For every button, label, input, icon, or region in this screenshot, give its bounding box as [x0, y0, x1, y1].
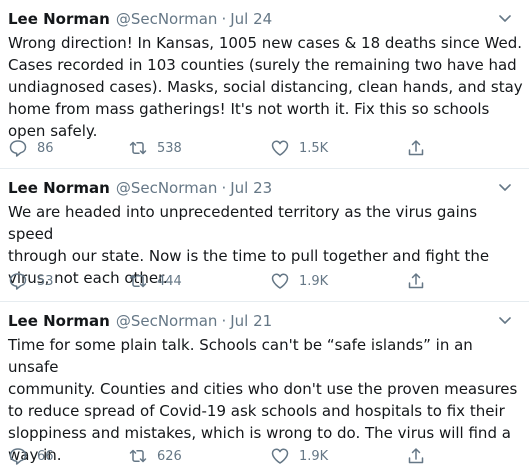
tweet-actions: 86 538 1.5K — [8, 136, 508, 160]
reply-button[interactable]: 86 — [8, 136, 54, 160]
tweet-actions: 53 444 1.9K — [8, 269, 508, 293]
tweet-text: Wrong direction! In Kansas, 1005 new cas… — [8, 34, 523, 140]
chevron-down-icon[interactable] — [497, 10, 513, 26]
reply-count: 53 — [37, 273, 54, 289]
separator-dot: · — [221, 10, 227, 28]
reply-button[interactable]: 66 — [8, 444, 54, 468]
like-count: 1.5K — [299, 140, 329, 156]
retweet-arrows-icon — [129, 274, 147, 288]
tweet-date[interactable]: Jul 24 — [230, 9, 272, 29]
retweet-button[interactable]: 444 — [128, 269, 182, 293]
tweet-date[interactable]: Jul 21 — [230, 311, 272, 331]
share-upload-icon — [408, 273, 424, 289]
reply-button[interactable]: 53 — [8, 269, 54, 293]
timeline: Lee Norman @SecNorman · Jul 24 Wrong dir… — [0, 0, 529, 476]
retweet-count: 626 — [157, 448, 182, 464]
reply-count: 86 — [37, 140, 54, 156]
share-button[interactable] — [406, 444, 435, 468]
speech-bubble-icon — [9, 140, 27, 157]
heart-outline-icon — [271, 448, 289, 464]
tweet-actions: 66 626 1.9K — [8, 444, 508, 468]
speech-bubble-icon — [9, 448, 27, 465]
tweet-header: Lee Norman @SecNorman · Jul 23 — [8, 169, 521, 200]
separator-dot: · — [221, 312, 227, 330]
tweet-date[interactable]: Jul 23 — [230, 178, 272, 198]
retweet-count: 444 — [157, 273, 182, 289]
share-button[interactable] — [406, 136, 435, 160]
chevron-down-icon[interactable] — [497, 312, 513, 328]
tweet-header: Lee Norman @SecNorman · Jul 21 — [8, 302, 521, 333]
tweet[interactable]: Lee Norman @SecNorman · Jul 23 We are he… — [0, 169, 529, 302]
author-handle[interactable]: @SecNorman — [116, 311, 218, 331]
tweet-header: Lee Norman @SecNorman · Jul 24 — [8, 0, 521, 31]
retweet-arrows-icon — [129, 449, 147, 463]
reply-count: 66 — [37, 448, 54, 464]
retweet-button[interactable]: 538 — [128, 136, 182, 160]
share-upload-icon — [408, 140, 424, 156]
author-name[interactable]: Lee Norman — [8, 9, 110, 29]
heart-outline-icon — [271, 140, 289, 156]
separator-dot: · — [221, 179, 227, 197]
tweet[interactable]: Lee Norman @SecNorman · Jul 21 Time for … — [0, 302, 529, 476]
heart-outline-icon — [271, 273, 289, 289]
retweet-count: 538 — [157, 140, 182, 156]
author-handle[interactable]: @SecNorman — [116, 9, 218, 29]
chevron-down-icon[interactable] — [497, 179, 513, 195]
author-handle[interactable]: @SecNorman — [116, 178, 218, 198]
retweet-button[interactable]: 626 — [128, 444, 182, 468]
author-name[interactable]: Lee Norman — [8, 178, 110, 198]
like-count: 1.9K — [299, 273, 329, 289]
like-button[interactable]: 1.5K — [270, 136, 328, 160]
author-name[interactable]: Lee Norman — [8, 311, 110, 331]
like-count: 1.9K — [299, 448, 329, 464]
like-button[interactable]: 1.9K — [270, 269, 328, 293]
share-upload-icon — [408, 448, 424, 464]
tweet[interactable]: Lee Norman @SecNorman · Jul 24 Wrong dir… — [0, 0, 529, 169]
share-button[interactable] — [406, 269, 435, 293]
speech-bubble-icon — [9, 273, 27, 290]
retweet-arrows-icon — [129, 141, 147, 155]
like-button[interactable]: 1.9K — [270, 444, 328, 468]
